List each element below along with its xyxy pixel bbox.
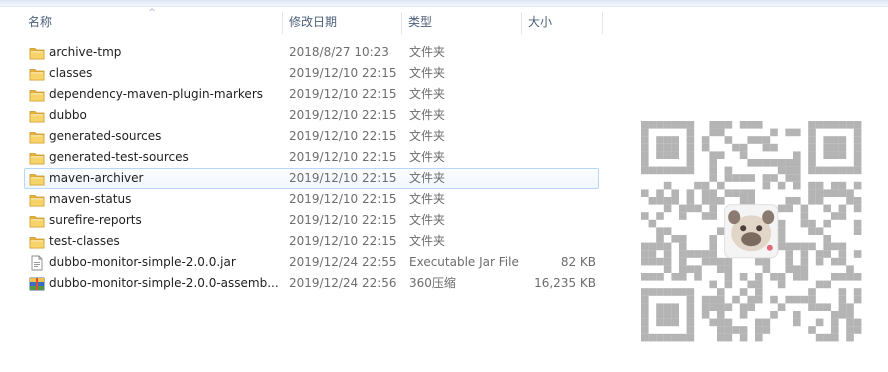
column-header-type-label: 类型 bbox=[408, 15, 433, 29]
file-name: test-classes bbox=[49, 234, 120, 248]
file-name: maven-status bbox=[49, 192, 132, 206]
file-type: 文件夹 bbox=[409, 213, 446, 227]
file-size bbox=[525, 169, 596, 188]
file-name: dubbo-monitor-simple-2.0.0.jar bbox=[49, 255, 236, 269]
column-divider[interactable] bbox=[602, 12, 603, 34]
file-date-modified: 2019/12/10 22:15 bbox=[289, 129, 397, 143]
folder-icon bbox=[29, 150, 45, 166]
file-type: 文件夹 bbox=[409, 108, 446, 122]
file-name: classes bbox=[49, 66, 93, 80]
file-row[interactable]: maven-archiver 2019/12/10 22:15 文件夹 bbox=[24, 168, 599, 189]
folder-icon bbox=[29, 192, 45, 208]
file-size: 16,235 KB bbox=[534, 276, 596, 290]
file-row[interactable]: dubbo-monitor-simple-2.0.0-assemb... 2019… bbox=[24, 273, 599, 294]
file-name: maven-archiver bbox=[49, 171, 144, 185]
file-name: generated-test-sources bbox=[49, 150, 189, 164]
folder-icon bbox=[29, 45, 45, 61]
file-name: dubbo-monitor-simple-2.0.0-assemb... bbox=[49, 276, 279, 290]
file-date-modified: 2019/12/24 22:56 bbox=[289, 276, 397, 290]
file-date-modified: 2018/8/27 10:23 bbox=[289, 45, 389, 59]
folder-icon bbox=[29, 87, 45, 103]
column-header-size-label: 大小 bbox=[528, 15, 553, 29]
file-type: 文件夹 bbox=[409, 66, 446, 80]
file-type: 文件夹 bbox=[409, 87, 446, 101]
file-name: archive-tmp bbox=[49, 45, 122, 59]
file-date-modified: 2019/12/10 22:15 bbox=[289, 150, 397, 164]
qr-code-graphic bbox=[641, 121, 862, 342]
qr-center-logo bbox=[724, 204, 779, 259]
file-row[interactable]: dubbo 2019/12/10 22:15 文件夹 bbox=[24, 105, 599, 126]
file-size bbox=[525, 43, 596, 62]
file-name: dubbo bbox=[49, 108, 87, 122]
archive-file-icon bbox=[29, 276, 45, 292]
file-row[interactable]: test-classes 2019/12/10 22:15 文件夹 bbox=[24, 231, 599, 252]
folder-icon bbox=[29, 213, 45, 229]
file-name: generated-sources bbox=[49, 129, 162, 143]
file-date-modified: 2019/12/10 22:15 bbox=[289, 108, 397, 122]
folder-icon bbox=[29, 234, 45, 250]
file-size bbox=[525, 85, 596, 104]
file-row[interactable]: archive-tmp 2018/8/27 10:23 文件夹 bbox=[24, 42, 599, 63]
file-date-modified: 2019/12/24 22:55 bbox=[289, 255, 397, 269]
column-header-date-label: 修改日期 bbox=[289, 15, 338, 29]
file-type: Executable Jar File bbox=[409, 255, 519, 269]
file-size: 82 KB bbox=[560, 255, 596, 269]
file-row[interactable]: dependency-maven-plugin-markers 2019/12/1… bbox=[24, 84, 599, 105]
folder-icon bbox=[29, 108, 45, 124]
window-top-strip bbox=[0, 0, 888, 7]
file-size bbox=[525, 127, 596, 146]
file-date-modified: 2019/12/10 22:15 bbox=[289, 213, 397, 227]
column-header-bar: ^ 名称 修改日期 类型 大小 bbox=[0, 9, 888, 35]
file-date-modified: 2019/12/10 22:15 bbox=[289, 234, 397, 248]
jar-file-icon bbox=[29, 255, 45, 271]
file-date-modified: 2019/12/10 22:15 bbox=[289, 192, 397, 206]
column-header-name-label: 名称 bbox=[28, 15, 53, 29]
column-header-type[interactable]: 类型 bbox=[402, 9, 520, 35]
column-header-date[interactable]: 修改日期 bbox=[283, 9, 401, 35]
file-row[interactable]: surefire-reports 2019/12/10 22:15 文件夹 bbox=[24, 210, 599, 231]
column-header-size[interactable]: 大小 bbox=[522, 9, 602, 35]
file-type: 文件夹 bbox=[409, 45, 446, 59]
file-type: 文件夹 bbox=[409, 129, 446, 143]
column-header-name[interactable]: 名称 bbox=[22, 9, 282, 35]
file-size bbox=[525, 64, 596, 83]
file-type: 文件夹 bbox=[409, 192, 446, 206]
file-date-modified: 2019/12/10 22:15 bbox=[289, 66, 397, 80]
folder-icon bbox=[29, 171, 45, 187]
file-row[interactable]: generated-sources 2019/12/10 22:15 文件夹 bbox=[24, 126, 599, 147]
file-size bbox=[525, 106, 596, 125]
file-size bbox=[525, 190, 596, 209]
folder-icon bbox=[29, 66, 45, 82]
file-row[interactable]: maven-status 2019/12/10 22:15 文件夹 bbox=[24, 189, 599, 210]
file-size bbox=[525, 148, 596, 167]
file-row[interactable]: classes 2019/12/10 22:15 文件夹 bbox=[24, 63, 599, 84]
file-size bbox=[525, 211, 596, 230]
qr-code-image bbox=[641, 121, 865, 343]
file-row[interactable]: generated-test-sources 2019/12/10 22:15 文件… bbox=[24, 147, 599, 168]
file-type: 文件夹 bbox=[409, 150, 446, 164]
file-type: 文件夹 bbox=[409, 171, 446, 185]
file-date-modified: 2019/12/10 22:15 bbox=[289, 171, 397, 185]
file-date-modified: 2019/12/10 22:15 bbox=[289, 87, 397, 101]
file-type: 文件夹 bbox=[409, 234, 446, 248]
file-name: dependency-maven-plugin-markers bbox=[49, 87, 264, 101]
file-type: 360压缩 bbox=[409, 276, 456, 290]
file-row[interactable]: dubbo-monitor-simple-2.0.0.jar 2019/12/24… bbox=[24, 252, 599, 273]
file-size bbox=[525, 232, 596, 251]
file-explorer-window: ^ 名称 修改日期 类型 大小 archive-tmp 2018/8/27 10:… bbox=[0, 0, 888, 372]
folder-icon bbox=[29, 129, 45, 145]
file-name: surefire-reports bbox=[49, 213, 142, 227]
